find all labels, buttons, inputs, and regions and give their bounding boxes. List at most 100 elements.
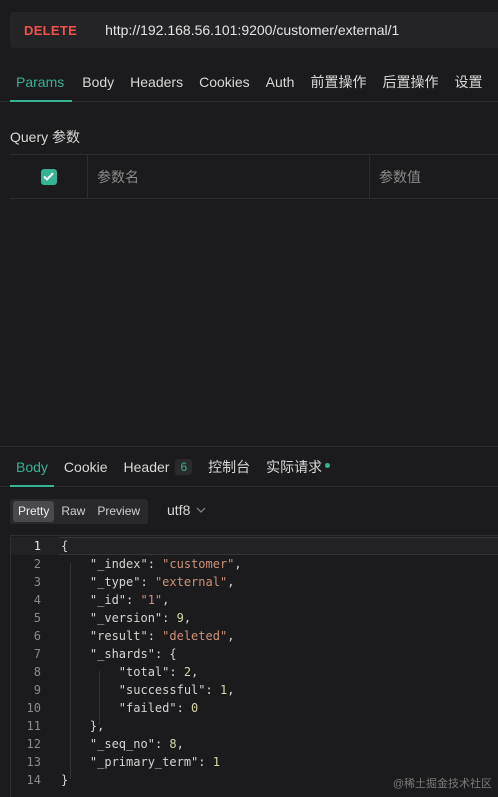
code-text: { [61, 539, 68, 553]
json-key: "successful" [118, 683, 206, 697]
view-raw-button[interactable]: Raw [56, 501, 90, 522]
response-tab-actual-request[interactable]: 实际请求 [258, 447, 338, 486]
view-preview-button[interactable]: Preview [92, 501, 145, 522]
tab-auth[interactable]: Auth [258, 62, 303, 101]
header-count-badge: 6 [175, 458, 193, 475]
json-punct: : [147, 629, 163, 643]
json-string: "external" [154, 575, 228, 589]
json-key: "result" [89, 629, 148, 643]
code-line: 11 }, [11, 717, 498, 735]
json-punct: : [162, 611, 177, 625]
json-punct: } [61, 773, 69, 787]
json-punct: : [126, 593, 141, 607]
json-key: "_primary_term" [89, 755, 199, 769]
json-punct: , [162, 593, 170, 607]
json-punct: , [234, 557, 242, 571]
select-all-checkbox[interactable] [40, 168, 57, 185]
json-punct: , [183, 611, 192, 625]
line-number: 6 [33, 629, 41, 643]
code-text: "_index": "customer", [61, 557, 242, 571]
code-line: 9 "successful": 1, [11, 681, 498, 699]
response-tab-body[interactable]: Body [0, 447, 56, 487]
encoding-value: utf8 [167, 502, 191, 518]
line-number: 8 [33, 665, 41, 679]
tab-headers[interactable]: Headers [122, 62, 191, 101]
json-punct: { [61, 539, 69, 553]
json-punct [61, 737, 90, 751]
json-punct [61, 629, 90, 643]
query-params-title: Query 参数 [10, 129, 81, 145]
url-input[interactable]: http://192.168.56.101:9200/customer/exte… [105, 22, 399, 38]
json-punct: : { [154, 647, 177, 661]
response-tab-cookie[interactable]: Cookie [56, 447, 116, 486]
json-punct: : [205, 683, 220, 697]
json-string: "deleted" [162, 629, 228, 643]
json-string: "customer" [162, 557, 235, 571]
line-number: 7 [33, 647, 41, 661]
line-number: 10 [26, 701, 41, 715]
json-punct: : [147, 557, 163, 571]
encoding-select[interactable]: utf8 [167, 502, 206, 518]
response-tab-header[interactable]: Header 6 [116, 447, 201, 486]
json-punct: : [198, 755, 213, 769]
url-bar[interactable]: DELETE http://192.168.56.101:9200/custom… [10, 12, 498, 48]
json-punct [61, 593, 90, 607]
json-punct: }, [61, 719, 105, 733]
tab-params[interactable]: Params [0, 62, 73, 102]
response-body-editor[interactable]: 1{2 "_index": "customer", 3 "_type": "ext… [10, 535, 498, 797]
check-icon [43, 172, 54, 181]
line-number: 11 [26, 719, 41, 733]
json-number: 1 [212, 755, 220, 769]
code-text: "_shards": { [61, 647, 177, 661]
response-tab-console[interactable]: 控制台 [200, 447, 258, 486]
chevron-down-icon [196, 507, 206, 513]
http-method-selector[interactable]: DELETE [24, 23, 77, 38]
tab-post-request[interactable]: 后置操作 [374, 62, 446, 101]
param-name-input[interactable]: 参数名 [88, 155, 370, 198]
view-pretty-button[interactable]: Pretty [13, 501, 55, 522]
json-key: "_seq_no" [89, 737, 155, 751]
json-punct: : [154, 737, 170, 751]
json-key: "_shards" [89, 647, 155, 661]
json-punct [61, 755, 90, 769]
json-punct: : [140, 575, 155, 589]
tab-body[interactable]: Body [74, 62, 122, 101]
json-punct: , [227, 575, 235, 589]
json-punct [61, 701, 119, 715]
code-line: 12 "_seq_no": 8, [11, 735, 498, 753]
json-number: 2 [183, 665, 192, 679]
json-string: "1" [140, 593, 163, 607]
code-text: "failed": 0 [61, 701, 198, 715]
param-value-input[interactable]: 参数值 [370, 155, 498, 198]
tab-cookies[interactable]: Cookies [191, 62, 258, 101]
json-punct [61, 557, 90, 571]
json-key: "_type" [89, 575, 141, 589]
code-text: "_version": 9, [61, 611, 191, 625]
code-text: "_seq_no": 8, [61, 737, 184, 751]
json-punct [61, 611, 90, 625]
json-key: "_index" [89, 557, 148, 571]
code-text: }, [61, 719, 104, 733]
code-line: 3 "_type": "external", [11, 573, 498, 591]
tab-pre-request[interactable]: 前置操作 [302, 62, 374, 101]
code-text: "_id": "1", [61, 593, 170, 607]
watermark: @稀土掘金技术社区 [392, 778, 492, 790]
code-text: } [61, 773, 68, 787]
code-line: 4 "_id": "1", [11, 591, 498, 609]
code-line: 8 "total": 2, [11, 663, 498, 681]
line-number: 14 [26, 773, 41, 787]
json-key: "failed" [118, 701, 177, 715]
code-text: "result": "deleted", [61, 629, 235, 643]
line-number: 4 [33, 593, 41, 607]
request-tabs: Params Body Headers Cookies Auth 前置操作 后置… [0, 62, 498, 102]
json-key: "total" [118, 665, 170, 679]
code-line: 5 "_version": 9, [11, 609, 498, 627]
line-number: 3 [33, 575, 41, 589]
tab-settings[interactable]: 设置 [446, 62, 490, 101]
line-number: 5 [33, 611, 41, 625]
json-number: 9 [176, 611, 184, 625]
json-punct: : [169, 665, 184, 679]
json-key: "_id" [89, 593, 127, 607]
code-text: "successful": 1, [61, 683, 235, 697]
line-number: 9 [33, 683, 41, 697]
